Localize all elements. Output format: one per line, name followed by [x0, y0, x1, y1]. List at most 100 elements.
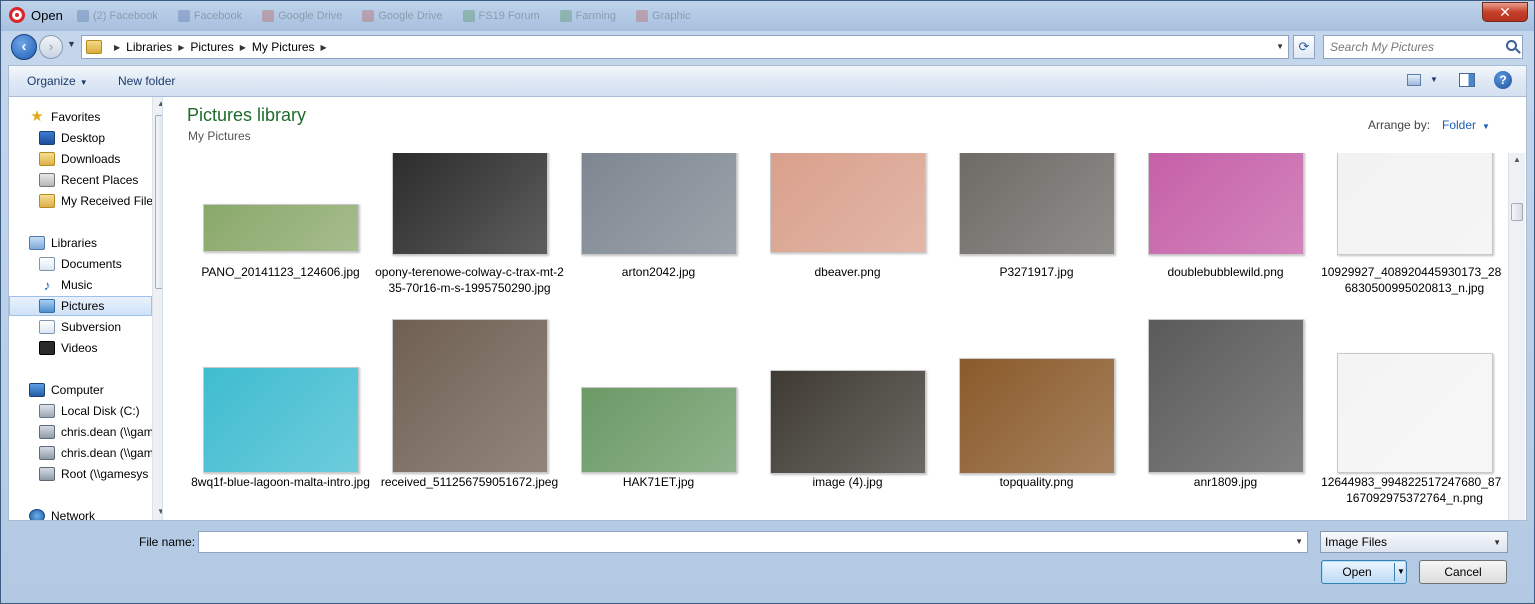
forward-button[interactable]: › — [39, 35, 63, 59]
breadcrumb-libraries[interactable]: Libraries — [126, 40, 172, 54]
scrollbar-thumb[interactable] — [155, 115, 162, 289]
breadcrumb-my-pictures[interactable]: My Pictures — [252, 40, 315, 54]
file-tile[interactable]: doublebubblewild.png — [1137, 153, 1326, 319]
sidebar-item-label: Root (\\gamesys — [61, 467, 149, 481]
chevron-right-icon[interactable]: ▶ — [240, 43, 246, 52]
sidebar-item-libraries[interactable]: Libraries — [9, 233, 152, 253]
preview-pane-icon[interactable] — [1459, 73, 1475, 87]
address-history-dropdown[interactable]: ▼ — [1276, 42, 1284, 51]
file-tile[interactable]: image (4).jpg — [759, 319, 948, 519]
sidebar-item-desktop[interactable]: Desktop — [9, 128, 152, 148]
file-thumbnail[interactable] — [202, 367, 359, 473]
sidebar-item-local-disk[interactable]: Local Disk (C:) — [9, 401, 152, 421]
file-thumbnail[interactable] — [580, 387, 737, 473]
chevron-right-icon[interactable]: ▶ — [178, 43, 184, 52]
sidebar-item-network-drive[interactable]: chris.dean (\\gamesys — [9, 443, 152, 463]
sidebar-item-network-drive[interactable]: chris.dean (\\gamesys — [9, 422, 152, 442]
sidebar-item-network[interactable]: Network — [9, 506, 152, 520]
breadcrumb-pictures[interactable]: Pictures — [190, 40, 233, 54]
file-type-select[interactable]: Image Files ▼ — [1320, 531, 1508, 553]
chevron-right-icon[interactable]: ▶ — [321, 43, 327, 52]
file-thumbnail[interactable] — [1336, 153, 1493, 255]
open-options-dropdown[interactable]: ▼ — [1397, 561, 1405, 583]
sidebar-item-documents[interactable]: Documents — [9, 254, 152, 274]
file-thumbnail[interactable] — [580, 153, 737, 255]
scroll-up-icon[interactable]: ▲ — [157, 99, 162, 108]
file-thumbnail[interactable] — [391, 153, 548, 255]
sidebar-item-label: Pictures — [61, 299, 105, 313]
network-drive-icon — [39, 446, 55, 460]
file-name: P3271917.jpg — [999, 265, 1074, 279]
refresh-button[interactable]: ⟳ — [1293, 35, 1315, 59]
content-scrollbar[interactable]: ▲ — [1508, 153, 1525, 520]
search-box[interactable] — [1323, 35, 1523, 59]
file-thumbnail[interactable] — [202, 204, 359, 252]
chevron-down-icon[interactable]: ▼ — [1295, 537, 1303, 546]
navigation-pane: ★ Favorites Desktop Downloads Recent Plac… — [9, 97, 163, 520]
file-thumbnail[interactable] — [1147, 319, 1304, 473]
breadcrumb[interactable]: ▶ Libraries ▶ Pictures ▶ My Pictures ▶ ▼ — [81, 35, 1289, 59]
file-thumbnail[interactable] — [391, 319, 548, 473]
file-view: Pictures library My Pictures Arrange by:… — [170, 97, 1526, 520]
sidebar-item-recent-places[interactable]: Recent Places — [9, 170, 152, 190]
file-tile[interactable]: 12644983_994822517247680_878167092975372… — [1321, 319, 1502, 519]
recent-places-icon — [39, 173, 55, 187]
file-thumbnail[interactable] — [1336, 353, 1493, 473]
file-thumbnail[interactable] — [769, 370, 926, 474]
sidebar-item-pictures[interactable]: Pictures — [9, 296, 152, 316]
file-tile[interactable]: opony-terenowe-colway-c-trax-mt-235-70r1… — [375, 153, 570, 319]
help-icon[interactable]: ? — [1494, 71, 1512, 89]
cancel-button[interactable]: Cancel — [1419, 560, 1507, 584]
chevron-down-icon: ▼ — [1482, 122, 1490, 131]
background-tab-label: (2) Facebook — [93, 10, 158, 22]
file-name-input[interactable] — [199, 532, 1289, 552]
view-options-dropdown[interactable]: ▼ — [1430, 75, 1438, 84]
file-tile[interactable]: PANO_20141123_124606.jpg — [192, 153, 381, 319]
sidebar-item-subversion[interactable]: Subversion — [9, 317, 152, 337]
change-view-icon[interactable] — [1407, 74, 1421, 86]
file-tile[interactable]: arton2042.jpg — [570, 153, 759, 319]
chevron-right-icon[interactable]: ▶ — [114, 43, 120, 52]
file-name-combobox[interactable]: ▼ — [198, 531, 1308, 553]
sidebar-item-favorites[interactable]: ★ Favorites — [9, 107, 152, 127]
sidebar-item-videos[interactable]: Videos — [9, 338, 152, 358]
file-tile[interactable]: dbeaver.png — [759, 153, 948, 319]
sidebar-item-network-drive[interactable]: Root (\\gamesys — [9, 464, 152, 484]
file-name: image (4).jpg — [812, 475, 883, 489]
file-tile[interactable]: HAK71ET.jpg — [570, 319, 759, 519]
documents-icon — [39, 257, 55, 271]
file-thumbnail[interactable] — [769, 153, 926, 253]
close-button[interactable]: ✕ — [1482, 2, 1528, 22]
background-tab: Google Drive — [362, 5, 443, 27]
file-tile[interactable]: anr1809.jpg — [1137, 319, 1326, 519]
scrollbar-thumb[interactable] — [1511, 203, 1523, 221]
file-thumbnail[interactable] — [1147, 153, 1304, 255]
file-thumbnail[interactable] — [958, 358, 1115, 474]
file-thumbnail[interactable] — [958, 153, 1115, 255]
sidebar-scrollbar[interactable]: ▲ ▼ — [152, 97, 162, 520]
pictures-icon — [39, 299, 55, 313]
sidebar-item-received-files[interactable]: My Received Files — [9, 191, 152, 211]
tab-favicon — [262, 10, 275, 22]
organize-button[interactable]: Organize ▼ — [27, 74, 88, 88]
file-tile[interactable]: topquality.png — [948, 319, 1137, 519]
sidebar-item-downloads[interactable]: Downloads — [9, 149, 152, 169]
file-tile[interactable]: received_511256759051672.jpeg — [381, 319, 570, 519]
open-button[interactable]: Open ▼ — [1321, 560, 1407, 584]
sidebar-item-music[interactable]: ♪ Music — [9, 275, 152, 295]
desktop-icon — [39, 131, 55, 145]
file-tile[interactable]: 8wq1f-blue-lagoon-malta-intro.jpg — [191, 319, 381, 519]
background-tab: (2) Facebook — [77, 5, 158, 27]
search-input[interactable] — [1324, 36, 1494, 58]
arrange-by-dropdown[interactable]: Folder ▼ — [1442, 118, 1490, 132]
file-tile[interactable]: 10929927_408920445930173_283683050099502… — [1321, 153, 1502, 319]
sidebar-item-computer[interactable]: Computer — [9, 380, 152, 400]
new-folder-button[interactable]: New folder — [118, 74, 175, 88]
library-subtitle[interactable]: My Pictures — [188, 129, 251, 143]
search-icon[interactable] — [1506, 40, 1517, 51]
scroll-up-icon[interactable]: ▲ — [1513, 155, 1521, 164]
back-button[interactable]: ‹ — [11, 34, 37, 60]
file-tile[interactable]: P3271917.jpg — [948, 153, 1137, 319]
scroll-down-icon[interactable]: ▼ — [157, 507, 162, 516]
recent-pages-dropdown[interactable]: ▼ — [67, 39, 76, 49]
